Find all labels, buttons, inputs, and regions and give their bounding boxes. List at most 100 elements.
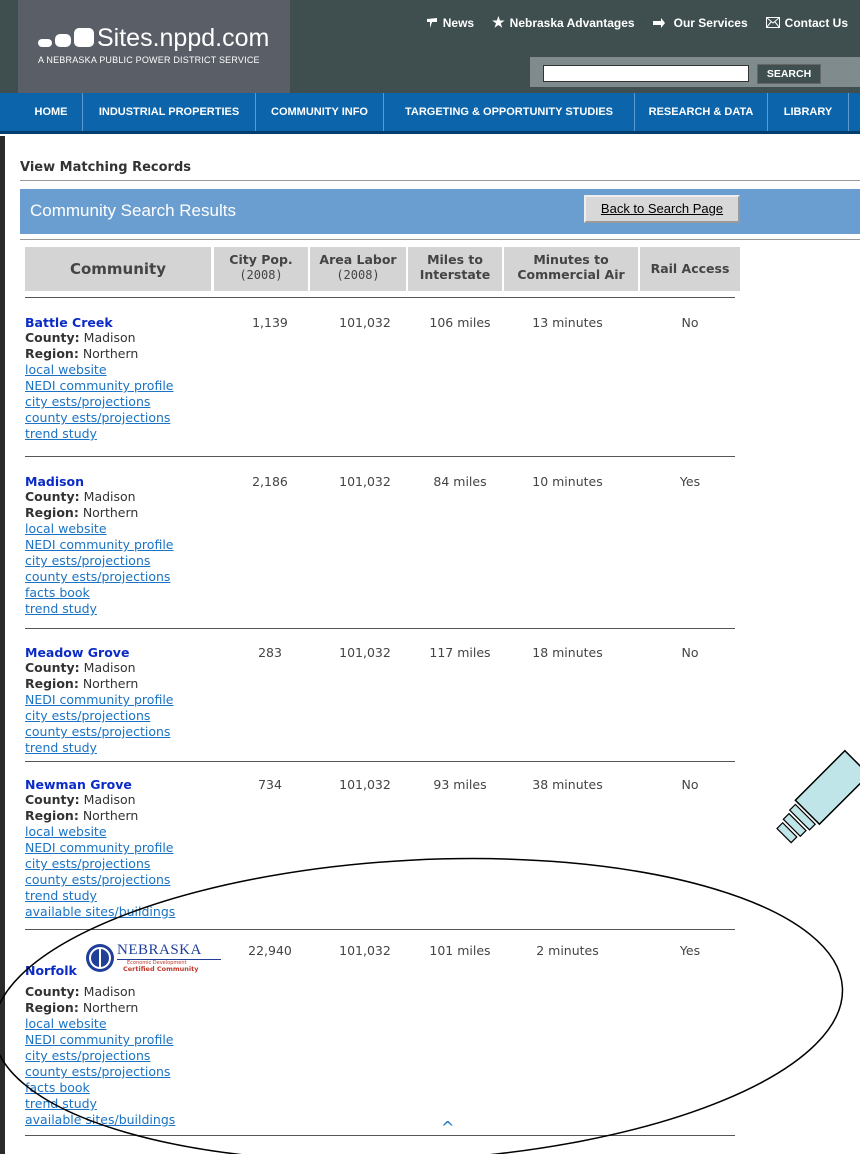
city-ests-link[interactable]: city ests/projections xyxy=(25,708,740,724)
nedi-certified-badge: NEBRASKA Economic Development Certified … xyxy=(85,942,225,973)
local-website-link[interactable]: local website xyxy=(25,521,740,537)
miles-cell: 84 miles xyxy=(433,474,487,489)
region-line: Region: Northern xyxy=(25,1000,740,1016)
nedi-profile-link[interactable]: NEDI community profile xyxy=(25,692,740,708)
area-labor-cell: 101,032 xyxy=(339,315,391,330)
city-ests-link[interactable]: city ests/projections xyxy=(25,394,740,410)
nav-industrial-properties[interactable]: INDUSTRIAL PROPERTIES xyxy=(83,93,256,131)
county-line: County: Madison xyxy=(25,660,740,676)
county-ests-link[interactable]: county ests/projections xyxy=(25,724,740,740)
trend-study-link[interactable]: trend study xyxy=(25,740,740,756)
nav-home[interactable]: HOME xyxy=(20,93,83,131)
trend-study-link[interactable]: trend study xyxy=(25,888,740,904)
logo-mark-icon xyxy=(38,28,94,47)
facts-book-link[interactable]: facts book xyxy=(25,1080,740,1096)
envelope-icon xyxy=(765,17,780,28)
divider xyxy=(20,239,860,240)
county-ests-link[interactable]: county ests/projections xyxy=(25,569,740,585)
minutes-cell: 10 minutes xyxy=(532,474,603,489)
region-value: Northern xyxy=(82,346,139,361)
county-label: County: xyxy=(25,660,80,675)
search-button[interactable]: SEARCH xyxy=(757,64,821,84)
city-pop-cell: 283 xyxy=(258,645,282,660)
header-minutes: Minutes to Commercial Air xyxy=(504,247,638,291)
nedi-profile-link[interactable]: NEDI community profile xyxy=(25,840,740,856)
local-website-link[interactable]: local website xyxy=(25,824,740,840)
logo[interactable]: Sites.nppd.com A NEBRASKA PUBLIC POWER D… xyxy=(18,0,290,93)
region-line: Region: Northern xyxy=(25,808,740,824)
header-miles-sub: Interstate xyxy=(419,267,491,282)
row-divider xyxy=(25,761,735,762)
county-line: County: Madison xyxy=(25,792,740,808)
table-row: Meadow Grove County: Madison Region: Nor… xyxy=(25,645,740,756)
minutes-cell: 2 minutes xyxy=(536,943,599,958)
ed-seal-icon xyxy=(86,944,114,972)
header-minutes-sub: Commercial Air xyxy=(517,267,625,282)
scroll-up-icon[interactable]: ^ xyxy=(441,1118,454,1137)
area-labor-cell: 101,032 xyxy=(339,474,391,489)
community-name-link[interactable]: Norfolk xyxy=(25,963,77,978)
header-area-labor-label: Area Labor xyxy=(319,252,397,267)
miles-cell: 117 miles xyxy=(429,645,491,660)
city-pop-cell: 2,186 xyxy=(252,474,288,489)
facts-book-link[interactable]: facts book xyxy=(25,585,740,601)
region-label: Region: xyxy=(25,808,79,823)
county-value: Madison xyxy=(83,489,136,504)
news-label: News xyxy=(442,15,475,30)
available-sites-link[interactable]: available sites/buildings xyxy=(25,1112,740,1128)
main-nav: HOME INDUSTRIAL PROPERTIES COMMUNITY INF… xyxy=(0,93,860,134)
nedi-profile-link[interactable]: NEDI community profile xyxy=(25,378,740,394)
header-community: Community xyxy=(25,247,211,291)
our-services-label: Our Services xyxy=(673,15,748,30)
results-title: Community Search Results xyxy=(30,201,236,220)
county-label: County: xyxy=(25,792,80,807)
miles-cell: 93 miles xyxy=(433,777,487,792)
magnifier-handle-icon xyxy=(776,749,860,844)
local-website-link[interactable]: local website xyxy=(25,1016,740,1032)
city-ests-link[interactable]: city ests/projections xyxy=(25,856,740,872)
news-link[interactable]: News xyxy=(426,14,474,31)
contact-us-link[interactable]: Contact Us xyxy=(765,14,848,31)
back-to-search-button[interactable]: Back to Search Page xyxy=(584,195,740,223)
trend-study-link[interactable]: trend study xyxy=(25,1096,740,1112)
city-ests-link[interactable]: city ests/projections xyxy=(25,1048,740,1064)
rail-cell: No xyxy=(681,315,699,330)
header-city-pop-year: (2008) xyxy=(239,268,283,282)
county-line: County: Madison xyxy=(25,489,740,505)
county-line: County: Madison xyxy=(25,330,740,346)
county-value: Madison xyxy=(83,792,136,807)
nav-library[interactable]: LIBRARY xyxy=(768,93,849,131)
search-input[interactable] xyxy=(543,65,749,82)
miles-cell: 101 miles xyxy=(429,943,491,958)
area-labor-cell: 101,032 xyxy=(339,777,391,792)
row-divider xyxy=(25,456,735,457)
nedi-profile-link[interactable]: NEDI community profile xyxy=(25,537,740,553)
area-labor-cell: 101,032 xyxy=(339,645,391,660)
nebraska-advantages-label: Nebraska Advantages xyxy=(509,15,635,30)
table-row: Newman Grove County: Madison Region: Nor… xyxy=(25,777,740,920)
city-ests-link[interactable]: city ests/projections xyxy=(25,553,740,569)
nebraska-advantages-link[interactable]: ★ Nebraska Advantages xyxy=(492,14,635,31)
header-rail-access: Rail Access xyxy=(640,247,740,291)
region-label: Region: xyxy=(25,676,79,691)
county-value: Madison xyxy=(83,660,136,675)
region-value: Northern xyxy=(82,676,139,691)
available-sites-link[interactable]: available sites/buildings xyxy=(25,904,740,920)
star-icon: ★ xyxy=(492,14,505,30)
our-services-link[interactable]: Our Services xyxy=(652,14,748,31)
trend-study-link[interactable]: trend study xyxy=(25,601,740,617)
nav-community-info[interactable]: COMMUNITY INFO xyxy=(256,93,384,131)
badge-line-2: Certified Community xyxy=(123,965,199,973)
local-website-link[interactable]: local website xyxy=(25,362,740,378)
nedi-profile-link[interactable]: NEDI community profile xyxy=(25,1032,740,1048)
nav-research-data[interactable]: RESEARCH & DATA xyxy=(635,93,768,131)
minutes-cell: 13 minutes xyxy=(532,315,603,330)
county-ests-link[interactable]: county ests/projections xyxy=(25,1064,740,1080)
minutes-cell: 38 minutes xyxy=(532,777,603,792)
county-ests-link[interactable]: county ests/projections xyxy=(25,410,740,426)
site-tagline: A NEBRASKA PUBLIC POWER DISTRICT SERVICE xyxy=(38,55,260,65)
trend-study-link[interactable]: trend study xyxy=(25,426,740,442)
county-ests-link[interactable]: county ests/projections xyxy=(25,872,740,888)
nav-targeting-studies[interactable]: TARGETING & OPPORTUNITY STUDIES xyxy=(384,93,635,131)
services-icon xyxy=(652,17,665,28)
